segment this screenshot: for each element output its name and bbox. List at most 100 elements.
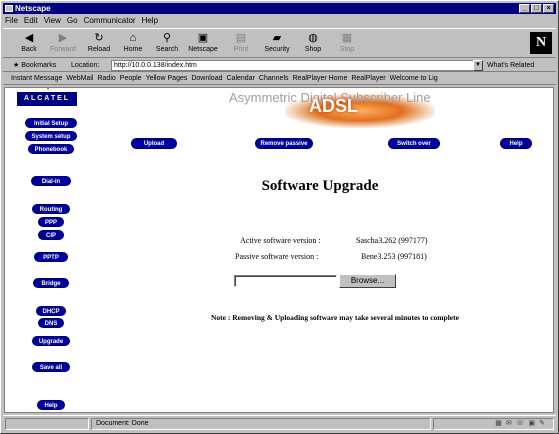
sidebar-item-routing[interactable]: Routing [32,204,70,214]
security-status-icon[interactable] [5,418,89,430]
bookmarks-icon: ★ [13,62,22,69]
bookmarks-button[interactable]: ★ Bookmarks [13,59,56,72]
whats-related-button[interactable]: What's Related [487,59,534,72]
netscape-logo[interactable]: N [530,32,552,54]
sidebar-item-system-setup[interactable]: System setup [25,131,77,141]
shop-icon: ◍ [308,32,318,44]
toolbar-button-label: Security [264,46,290,53]
back-arrow-icon: ◀ [24,32,34,44]
search-icon: ⚲ [162,32,172,44]
menu-edit[interactable]: Edit [24,15,38,26]
sidebar-item-bridge[interactable]: Bridge [33,278,69,288]
active-version-label: Active software version : [240,236,321,245]
sidebar-nav: ALCATEL ▼ Initial Setup System setup Phone… [5,87,97,412]
adsl-banner: Asymmetric Digital Subscriber Line ADSL [223,88,443,132]
sidebar-item-dns[interactable]: DNS [38,318,64,328]
reload-icon: ↻ [94,32,104,44]
personal-link[interactable]: RealPlayer [351,73,385,84]
personal-toolbar: Instant Message WebMail Radio People Yellow … [3,73,556,85]
page-content: ALCATEL ▼ Initial Setup System setup Phone… [4,87,554,413]
minimize-button[interactable]: _ [519,4,530,13]
toolbar-reload-button[interactable]: ↻ Reload [81,31,117,57]
remove-passive-button[interactable]: Remove passive [255,138,313,149]
sidebar-item-ppp[interactable]: PPP [38,217,64,227]
title-bar: Netscape _ □ × [3,3,556,14]
url-input[interactable]: http://10.0.0.138/index.htm [111,60,483,71]
toolbar-shop-button[interactable]: ◍ Shop [295,31,331,57]
toolbar-forward-button[interactable]: ▶ Forward [45,31,81,57]
personal-link[interactable]: Download [191,73,222,84]
help-top-button[interactable]: Help [500,138,532,149]
passive-version-label: Passive software version : [235,252,319,261]
close-button[interactable]: × [543,4,554,13]
toolbar-button-label: Back [21,46,37,53]
sidebar-item-dhcp[interactable]: DHCP [36,306,66,316]
toolbar-button-label: Stop [339,46,355,53]
maximize-button[interactable]: □ [531,4,542,13]
adsl-logo: ADSL [309,96,358,116]
component-bar-icons[interactable]: ▦✉☏▣✎ [433,418,554,430]
toolbar-button-label: Home [123,46,143,53]
browser-window: Netscape _ □ × File Edit View Go Communi… [0,0,559,434]
sidebar-item-save-all[interactable]: Save all [32,362,70,372]
toolbar-stop-button[interactable]: ▦ Stop [329,31,365,57]
personal-link[interactable]: Radio [97,73,115,84]
menu-bar: File Edit View Go Communicator Help [3,15,158,26]
chevron-down-icon[interactable]: ▼ [473,60,483,71]
personal-link[interactable]: People [120,73,142,84]
personal-link[interactable]: Calendar [227,73,255,84]
menu-file[interactable]: File [5,15,18,26]
toolbar-security-button[interactable]: ▰ Security [259,31,295,57]
personal-link[interactable]: WebMail [66,73,93,84]
stop-icon: ▦ [341,32,353,44]
toolbar-home-button[interactable]: ⌂ Home [115,31,151,57]
security-lock-icon: ▰ [272,32,282,44]
toolbar-button-label: Shop [304,46,322,53]
switch-over-button[interactable]: Switch over [388,138,440,149]
page-title: Software Upgrade [261,178,379,194]
toolbar-button-label: Search [155,46,179,53]
toolbar-netscape-button[interactable]: ▣ Netscape [185,31,221,57]
navigation-toolbar: N ◀ Back ▶ Forward ↻ Reload ⌂ Home ⚲ Search ▣ Netsc… [3,28,556,58]
sidebar-item-initial-setup[interactable]: Initial Setup [25,118,77,128]
sidebar-item-upgrade[interactable]: Upgrade [32,336,70,346]
location-toolbar: ★ Bookmarks Location: http://10.0.0.138/… [3,59,556,72]
menu-communicator[interactable]: Communicator [84,15,136,26]
passive-version-value: Bene3.253 (997181) [361,252,427,261]
sidebar-item-cip[interactable]: CIP [38,230,64,240]
home-icon: ⌂ [129,32,137,44]
personal-link[interactable]: Instant Message [11,73,62,84]
window-title: Netscape [15,4,51,13]
menu-view[interactable]: View [44,15,61,26]
personal-link[interactable]: Yellow Pages [146,73,188,84]
alcatel-logo-mark: ▼ [45,87,51,92]
status-bar: Document: Done ▦✉☏▣✎ [3,415,556,431]
sidebar-item-pptp[interactable]: PPTP [34,252,68,262]
status-text: Document: Done [91,418,431,430]
menu-go[interactable]: Go [67,15,78,26]
print-icon: ▤ [235,32,247,44]
upgrade-note: Note : Removing & Uploading software may… [211,313,459,322]
toolbar-button-label: Forward [50,46,76,53]
toolbar-button-label: Print [233,46,249,53]
sidebar-item-help[interactable]: Help [37,400,65,410]
toolbar-button-label: Reload [87,46,111,53]
sidebar-item-phonebook[interactable]: Phonebook [28,144,74,154]
toolbar-back-button[interactable]: ◀ Back [11,31,47,57]
active-version-value: Sascha3.262 (997177) [356,236,428,245]
toolbar-print-button[interactable]: ▤ Print [223,31,259,57]
upload-button[interactable]: Upload [131,138,177,149]
personal-link[interactable]: Welcome to Lig [390,73,438,84]
netscape-app-icon [5,5,13,12]
toolbar-button-label: Netscape [188,46,218,53]
menu-help[interactable]: Help [142,15,158,26]
browse-button[interactable]: Browse... [339,274,396,288]
personal-link[interactable]: Channels [259,73,289,84]
sidebar-item-dial-in[interactable]: Dial-in [31,176,71,186]
toolbar-search-button[interactable]: ⚲ Search [149,31,185,57]
forward-arrow-icon: ▶ [58,32,68,44]
netscape-icon: ▣ [197,32,209,44]
alcatel-logo: ALCATEL [17,92,77,106]
personal-link[interactable]: RealPlayer Home [293,73,348,84]
file-path-input[interactable] [234,275,337,287]
